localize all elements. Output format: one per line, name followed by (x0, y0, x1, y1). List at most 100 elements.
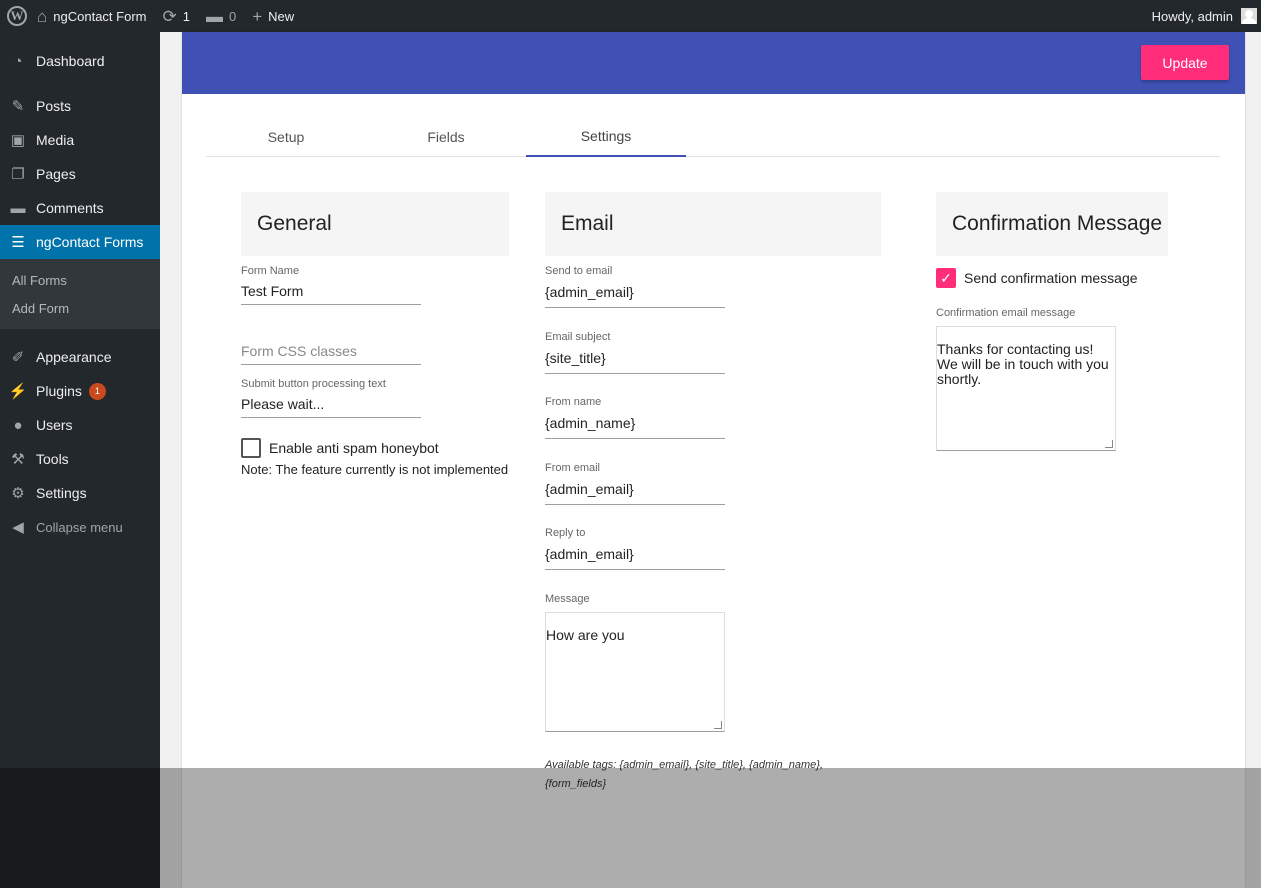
sidebar-item-label: Settings (36, 485, 87, 501)
tab-settings[interactable]: Settings (526, 117, 686, 157)
wordpress-logo-icon[interactable]: W (7, 6, 27, 26)
dashboard-icon: ◔ (13, 52, 23, 70)
sidebar-item-tools[interactable]: ⚒ Tools (0, 442, 160, 476)
sidebar-item-ngcontact-forms[interactable]: ☰ ngContact Forms (0, 225, 160, 259)
pages-icon: ❐ (11, 166, 25, 183)
sidebar-item-label: Tools (36, 451, 69, 467)
submenu-item-add-form[interactable]: Add Form (0, 294, 160, 322)
sidebar-item-plugins[interactable]: ⚡ Plugins 1 (0, 374, 160, 408)
sidebar-item-label: Plugins (36, 383, 82, 399)
plugins-update-badge: 1 (88, 382, 106, 400)
message-field[interactable]: Message How are you (545, 593, 725, 732)
processing-text-input[interactable]: Please wait... (241, 391, 421, 418)
pin-icon: ✎ (11, 98, 25, 115)
confirmation-message-label: Confirmation email message (936, 307, 1076, 319)
from-name-field[interactable]: From name {admin_name} (545, 396, 725, 439)
honeypot-label: Enable anti spam honeybot (269, 440, 439, 456)
collapse-arrow-icon: ◀ (12, 519, 24, 536)
settings-icon: ⚙ (11, 485, 25, 502)
my-account[interactable]: Howdy, admin (1152, 8, 1261, 24)
sidebar-item-comments[interactable]: ▬ Comments (0, 191, 160, 225)
new-label: New (268, 8, 295, 24)
message-textarea[interactable]: How are you (545, 612, 725, 732)
collapse-menu-button[interactable]: ◀ Collapse menu (0, 510, 160, 544)
send-to-email-input[interactable]: {admin_email} (545, 278, 725, 308)
refresh-icon: ⟳ (162, 6, 177, 26)
from-name-label: From name (545, 396, 602, 408)
from-email-field[interactable]: From email {admin_email} (545, 462, 725, 505)
plus-icon: + (252, 6, 263, 26)
comments-link[interactable]: ▬ 0 (198, 0, 244, 32)
comments-count: 0 (228, 8, 237, 24)
admin-sidebar: ◔ Dashboard ✎ Posts ▣ Media ❐ Pages ▬ Co… (0, 32, 160, 888)
confirmation-message-textarea[interactable]: Thanks for contacting us! We will be in … (936, 326, 1116, 451)
sidebar-item-label: Appearance (36, 349, 112, 365)
send-confirmation-checkbox[interactable]: ✓ (936, 268, 956, 288)
tab-fields[interactable]: Fields (366, 117, 526, 157)
greeting-label: Howdy, admin (1151, 8, 1233, 24)
sidebar-item-label: Comments (36, 200, 104, 216)
ngcontact-submenu: All Forms Add Form (0, 259, 160, 329)
user-icon: ● (13, 416, 23, 434)
tab-setup[interactable]: Setup (206, 117, 366, 157)
tab-bar: Setup Fields Settings (206, 117, 1220, 157)
wrench-icon: ⚒ (11, 451, 25, 468)
comment-icon: ▬ (205, 6, 223, 26)
email-panel-title: Email (545, 192, 881, 256)
updates-count: 1 (182, 8, 190, 24)
from-email-label: From email (545, 462, 601, 474)
sidebar-item-dashboard[interactable]: ◔ Dashboard (0, 44, 160, 78)
resize-grip-icon[interactable] (1105, 440, 1113, 448)
processing-text-label: Submit button processing text (241, 378, 386, 390)
confirmation-panel-title: Confirmation Message (936, 192, 1168, 256)
avatar (1241, 8, 1257, 24)
reply-to-field[interactable]: Reply to {admin_email} (545, 527, 725, 570)
form-name-field[interactable]: Form Name Test Form (241, 265, 421, 305)
sidebar-item-label: Users (36, 417, 73, 433)
email-subject-input[interactable]: {site_title} (545, 344, 725, 374)
form-css-field[interactable]: Form CSS classes (241, 337, 421, 365)
confirmation-message-text: Thanks for contacting us! We will be in … (937, 341, 1109, 387)
site-name-label: ngContact Form (53, 8, 147, 24)
sidebar-item-posts[interactable]: ✎ Posts (0, 89, 160, 123)
sidebar-item-media[interactable]: ▣ Media (0, 123, 160, 157)
brush-icon: ✐ (11, 349, 25, 366)
sidebar-item-pages[interactable]: ❐ Pages (0, 157, 160, 191)
from-name-input[interactable]: {admin_name} (545, 409, 725, 439)
dim-overlay (0, 768, 1261, 888)
sidebar-item-label: Pages (36, 166, 76, 182)
honeypot-checkbox[interactable] (241, 438, 261, 458)
send-confirmation-label: Send confirmation message (964, 270, 1138, 286)
confirmation-message-field[interactable]: Confirmation email message Thanks for co… (936, 307, 1116, 451)
form-name-input[interactable]: Test Form (241, 278, 421, 305)
form-css-input[interactable]: Form CSS classes (241, 337, 421, 365)
collapse-menu-label: Collapse menu (36, 519, 123, 535)
message-text: How are you (546, 627, 625, 643)
admin-bar: W ⌂ ngContact Form ⟳ 1 ▬ 0 + New Howdy, … (0, 0, 1261, 32)
media-icon: ▣ (10, 132, 26, 149)
general-panel-title: General (241, 192, 509, 256)
sidebar-item-appearance[interactable]: ✐ Appearance (0, 340, 160, 374)
sidebar-item-settings[interactable]: ⚙ Settings (0, 476, 160, 510)
resize-grip-icon[interactable] (714, 721, 722, 729)
sidebar-item-label: ngContact Forms (36, 234, 144, 250)
update-button[interactable]: Update (1141, 45, 1229, 80)
reply-to-input[interactable]: {admin_email} (545, 540, 725, 570)
processing-text-field[interactable]: Submit button processing text Please wai… (241, 378, 421, 418)
sidebar-item-users[interactable]: ● Users (0, 408, 160, 442)
updates-link[interactable]: ⟳ 1 (154, 0, 197, 32)
reply-to-label: Reply to (545, 527, 586, 539)
send-to-email-field[interactable]: Send to email {admin_email} (545, 265, 725, 308)
site-name-link[interactable]: ⌂ ngContact Form (29, 0, 154, 32)
sidebar-item-label: Dashboard (36, 53, 105, 69)
email-subject-field[interactable]: Email subject {site_title} (545, 331, 725, 374)
email-subject-label: Email subject (545, 331, 611, 343)
honeypot-checkbox-row[interactable]: Enable anti spam honeybot (241, 438, 439, 458)
submenu-item-all-forms[interactable]: All Forms (0, 266, 160, 294)
message-label: Message (545, 593, 590, 605)
new-content-link[interactable]: + New (244, 0, 302, 32)
forms-icon: ☰ (11, 234, 25, 251)
form-name-label: Form Name (241, 265, 300, 277)
send-confirmation-row[interactable]: ✓ Send confirmation message (936, 268, 1138, 288)
from-email-input[interactable]: {admin_email} (545, 475, 725, 505)
